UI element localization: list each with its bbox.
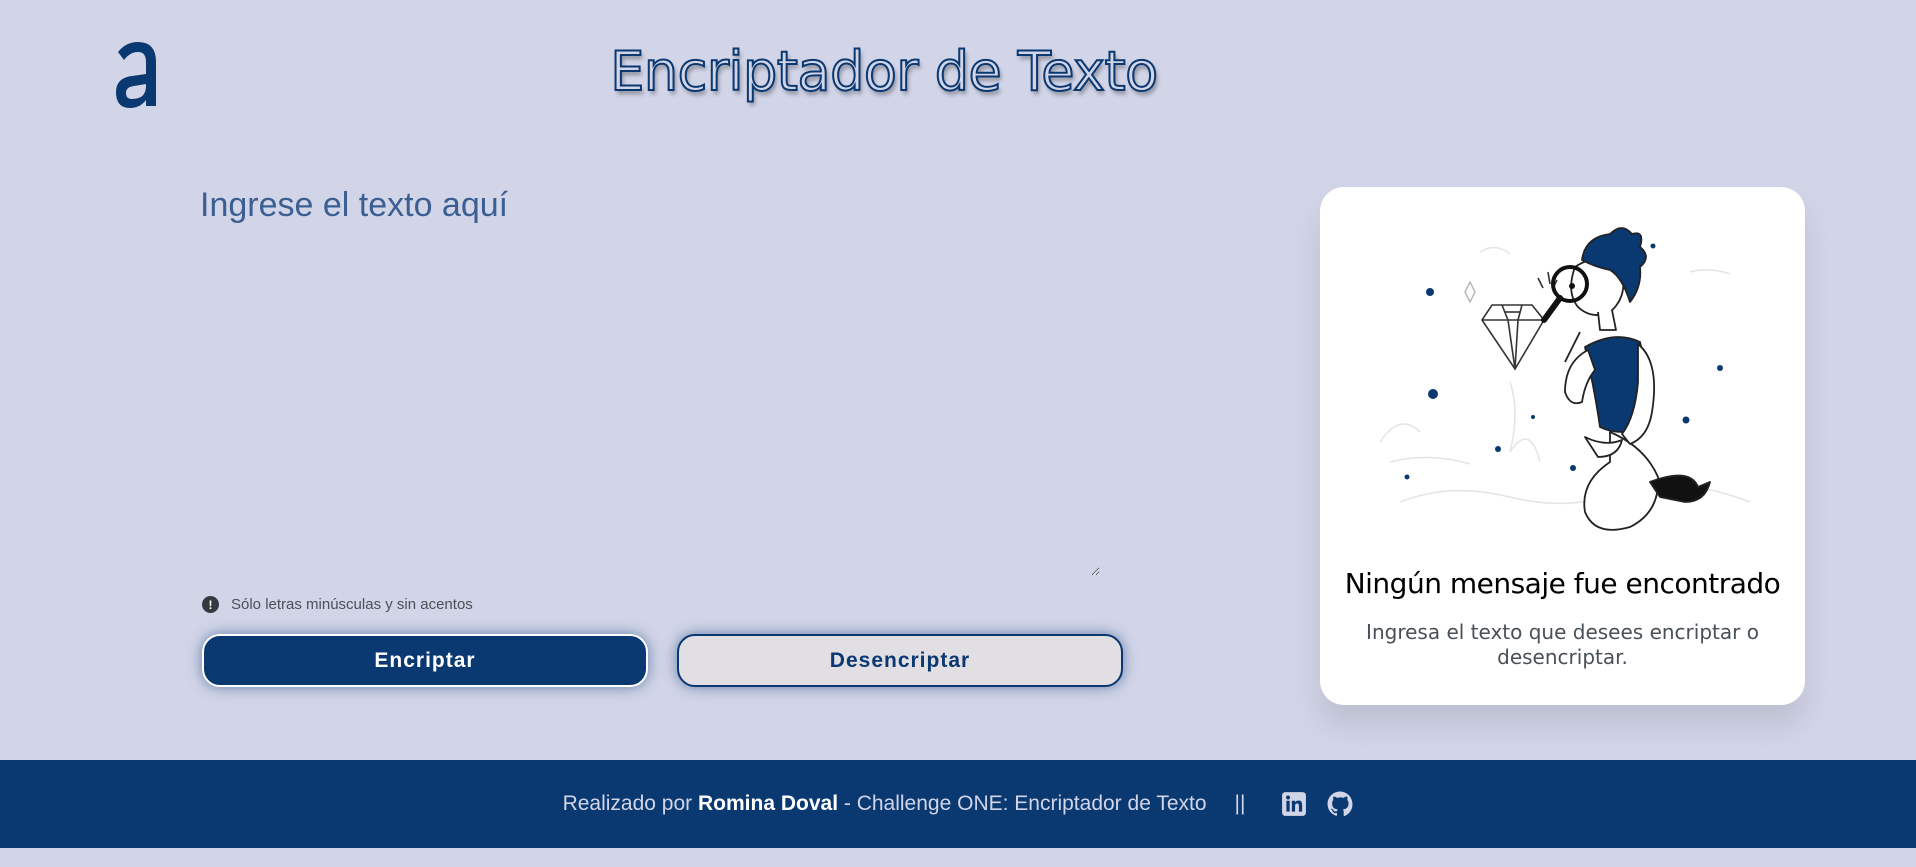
exclamation-circle-icon: ! [202, 596, 219, 613]
page-title: Encriptador de Texto [609, 39, 1159, 104]
footer-separator: || [1234, 792, 1246, 815]
footer-credit: Realizado por Romina Doval - Challenge O… [563, 792, 1207, 816]
result-text: Ingresa el texto que desees encriptar o … [1366, 620, 1759, 669]
footer-suffix: - Challenge ONE: Encriptador de Texto [843, 792, 1207, 815]
footer: Realizado por Romina Doval - Challenge O… [0, 760, 1916, 848]
footer-prefix: Realizado por [562, 792, 693, 815]
person-magnifying-glass-illustration [1379, 227, 1751, 531]
input-hint: ! Sólo letras minúsculas y sin acentos [202, 596, 473, 613]
result-card: Ningún mensaje fue encontrado Ingresa el… [1320, 187, 1805, 705]
hint-text: Sólo letras minúsculas y sin acentos [231, 596, 473, 613]
text-input[interactable] [200, 186, 1100, 576]
decrypt-button[interactable]: Desencriptar [677, 634, 1123, 687]
encrypt-button[interactable]: Encriptar [202, 634, 648, 687]
footer-author: Romina Doval [698, 792, 839, 815]
result-title: Ningún mensaje fue encontrado [1344, 567, 1781, 600]
github-icon[interactable] [1327, 791, 1353, 817]
linkedin-icon[interactable] [1281, 791, 1307, 817]
